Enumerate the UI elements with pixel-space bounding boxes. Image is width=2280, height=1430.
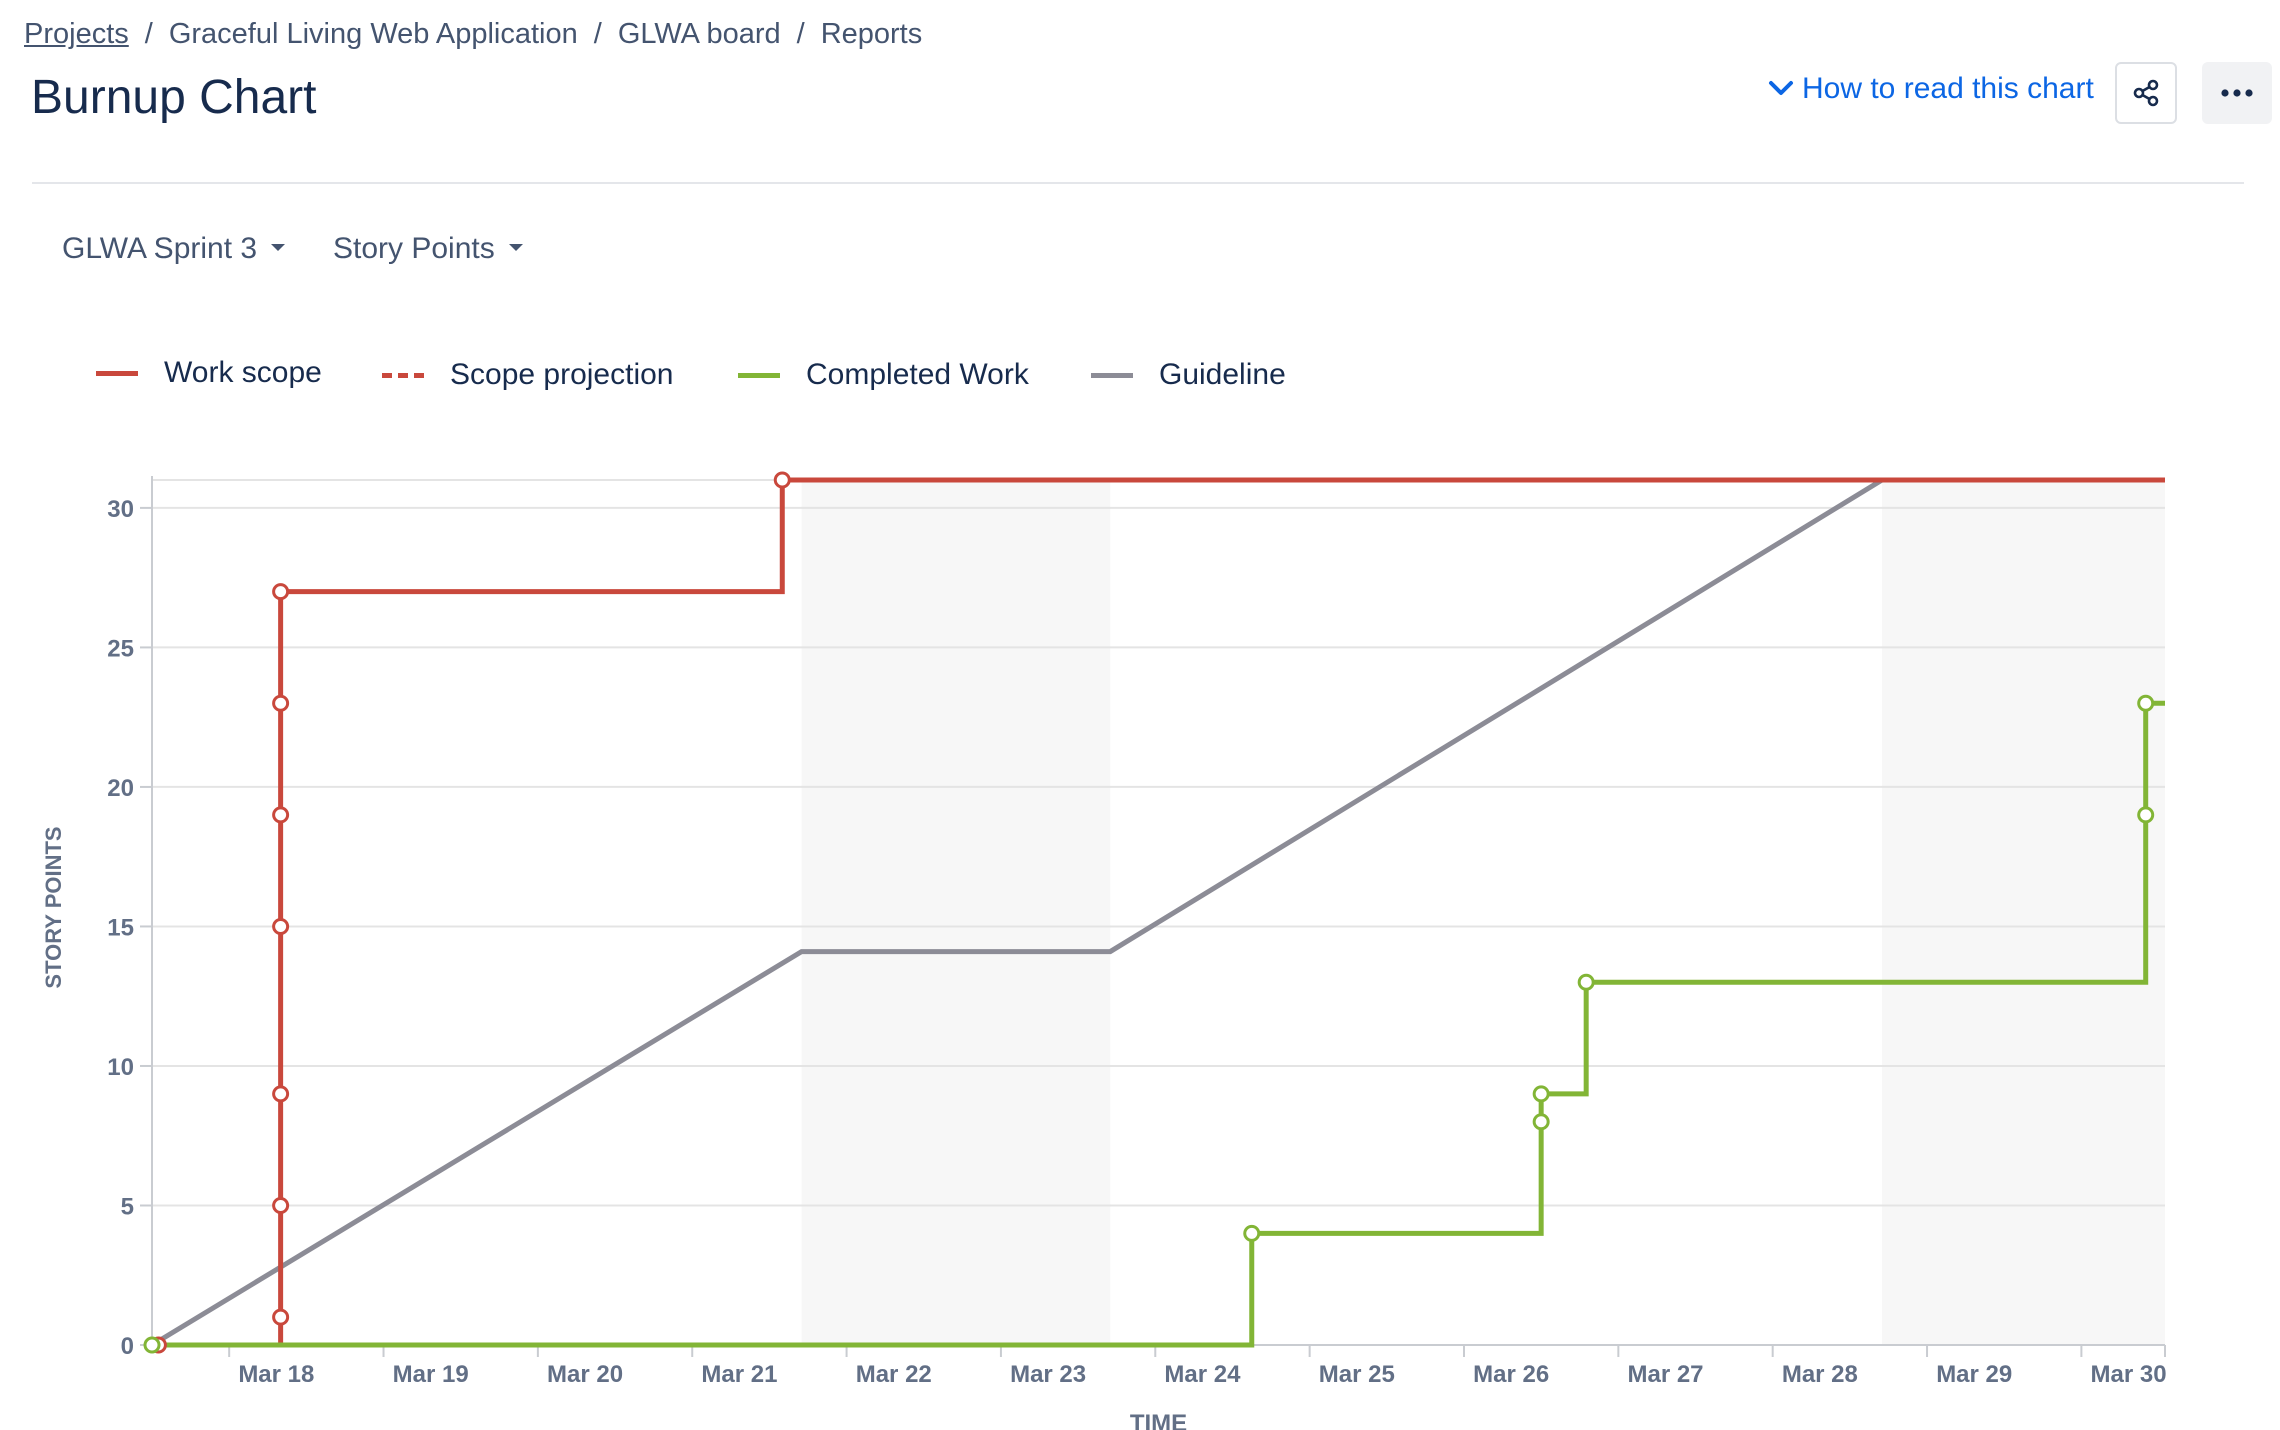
x-tick-label: Mar 24 [1164, 1361, 1241, 1388]
data-point-marker [143, 1336, 161, 1354]
x-tick-label: Mar 18 [238, 1361, 314, 1388]
data-point-marker [1577, 973, 1595, 991]
data-point-marker [1243, 1224, 1261, 1242]
data-point-marker [1532, 1085, 1550, 1103]
non-working-band [801, 480, 1111, 1345]
x-axis-title: TIME [1130, 1410, 1187, 1430]
x-tick-label: Mar 19 [393, 1361, 469, 1388]
burnup-chart: 0 5 10 15 20 25 30 Mar 18 Mar 19 Mar 20 Mar 21 Mar… [41, 471, 2167, 1430]
x-tick-label: Mar 30 [2091, 1361, 2167, 1388]
x-tick-label: Mar 26 [1473, 1361, 1549, 1388]
data-point-marker [272, 1196, 290, 1214]
non-working-band [1882, 480, 2165, 1345]
data-point-marker [272, 694, 290, 712]
x-tick-label: Mar 23 [1010, 1361, 1086, 1388]
data-point-marker [272, 806, 290, 824]
y-tick-label: 20 [107, 775, 134, 802]
x-tick-label: Mar 22 [856, 1361, 932, 1388]
x-tick-label: Mar 28 [1782, 1361, 1858, 1388]
y-tick-label: 25 [107, 635, 134, 662]
y-tick-label: 0 [121, 1333, 134, 1360]
data-point-marker [272, 1308, 290, 1326]
data-point-marker [272, 917, 290, 935]
data-point-marker [2137, 806, 2155, 824]
data-point-marker [773, 471, 791, 489]
y-tick-label: 5 [121, 1193, 134, 1220]
y-tick-label: 10 [107, 1054, 134, 1081]
series-line-guideline [150, 477, 2165, 1348]
y-axis-title: STORY POINTS [41, 826, 66, 988]
x-tick-label: Mar 27 [1627, 1361, 1703, 1388]
y-tick-label: 30 [107, 496, 134, 523]
series-line-work-scope [158, 477, 2165, 1348]
series-line-completed-work [152, 700, 2165, 1348]
data-point-marker [2137, 694, 2155, 712]
data-point-marker [272, 1085, 290, 1103]
data-point-marker [1532, 1113, 1550, 1131]
x-tick-label: Mar 21 [701, 1361, 777, 1388]
data-point-marker [272, 583, 290, 601]
x-tick-label: Mar 20 [547, 1361, 623, 1388]
y-tick-label: 15 [107, 914, 134, 941]
x-tick-label: Mar 29 [1936, 1361, 2012, 1388]
x-tick-label: Mar 25 [1319, 1361, 1395, 1388]
